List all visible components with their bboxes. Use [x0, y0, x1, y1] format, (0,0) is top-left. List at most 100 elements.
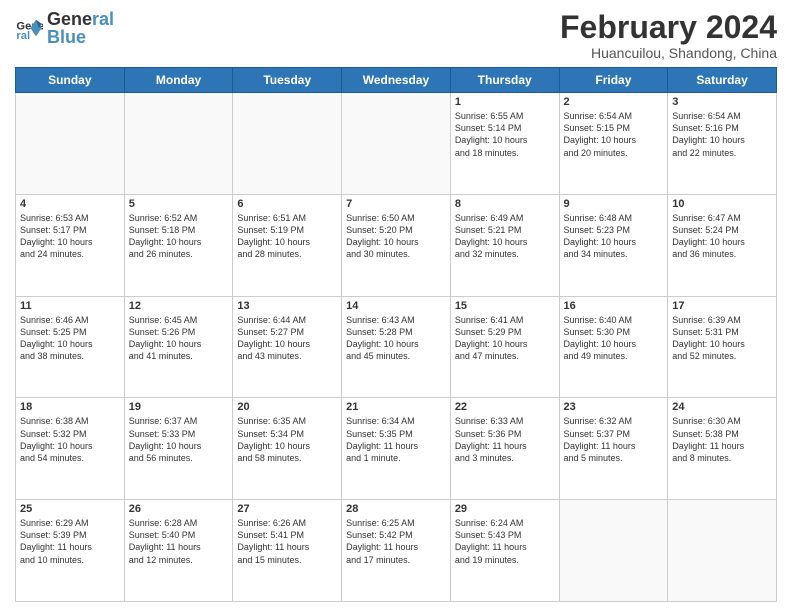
day-number: 2 [564, 96, 664, 108]
day-header-sunday: Sunday [16, 68, 125, 93]
day-header-friday: Friday [559, 68, 668, 93]
calendar-table: SundayMondayTuesdayWednesdayThursdayFrid… [15, 67, 777, 602]
calendar-body: 1Sunrise: 6:55 AMSunset: 5:14 PMDaylight… [16, 93, 777, 602]
calendar-cell: 12Sunrise: 6:45 AMSunset: 5:26 PMDayligh… [124, 296, 233, 398]
day-header-monday: Monday [124, 68, 233, 93]
calendar-cell: 21Sunrise: 6:34 AMSunset: 5:35 PMDayligh… [342, 398, 451, 500]
subtitle: Huancuilou, Shandong, China [560, 45, 777, 61]
calendar-cell [124, 93, 233, 195]
cell-info: Sunrise: 6:40 AMSunset: 5:30 PMDaylight:… [564, 314, 664, 363]
day-number: 24 [672, 401, 772, 413]
cell-info: Sunrise: 6:30 AMSunset: 5:38 PMDaylight:… [672, 415, 772, 464]
calendar-cell: 10 Sunrise: 6:47 AMSunset: 5:24 PMDayligh… [668, 194, 777, 296]
cell-info: Sunrise: 6:51 AMSunset: 5:19 PMDaylight:… [237, 212, 337, 261]
day-number: 22 [455, 401, 555, 413]
calendar-cell: 19 Sunrise: 6:37 AMSunset: 5:33 PMDayligh… [124, 398, 233, 500]
day-number: 20 [237, 401, 337, 413]
week-row-5: 25Sunrise: 6:29 AMSunset: 5:39 PMDayligh… [16, 500, 777, 602]
calendar-cell: 3 Sunrise: 6:54 AMSunset: 5:16 PMDaylight… [668, 93, 777, 195]
cell-info: Sunrise: 6:32 AMSunset: 5:37 PMDaylight:… [564, 415, 664, 464]
cell-info: Sunrise: 6:50 AMSunset: 5:20 PMDaylight:… [346, 212, 446, 261]
day-header-tuesday: Tuesday [233, 68, 342, 93]
cell-info: Sunrise: 6:45 AMSunset: 5:26 PMDaylight:… [129, 314, 229, 363]
calendar-cell [233, 93, 342, 195]
day-number: 28 [346, 503, 446, 515]
cell-info: Sunrise: 6:35 AMSunset: 5:34 PMDaylight:… [237, 415, 337, 464]
cell-info: Sunrise: 6:38 AMSunset: 5:32 PMDaylight:… [20, 415, 120, 464]
svg-text:ral: ral [16, 30, 30, 42]
day-number: 13 [237, 300, 337, 312]
calendar-cell: 5 Sunrise: 6:52 AMSunset: 5:18 PMDaylight… [124, 194, 233, 296]
calendar-cell: 24 Sunrise: 6:30 AMSunset: 5:38 PMDayligh… [668, 398, 777, 500]
day-number: 14 [346, 300, 446, 312]
cell-info: Sunrise: 6:37 AMSunset: 5:33 PMDaylight:… [129, 415, 229, 464]
calendar-cell: 6 Sunrise: 6:51 AMSunset: 5:19 PMDaylight… [233, 194, 342, 296]
day-headers-row: SundayMondayTuesdayWednesdayThursdayFrid… [16, 68, 777, 93]
day-number: 23 [564, 401, 664, 413]
week-row-1: 1Sunrise: 6:55 AMSunset: 5:14 PMDaylight… [16, 93, 777, 195]
week-row-3: 11 Sunrise: 6:46 AMSunset: 5:25 PMDayligh… [16, 296, 777, 398]
day-number: 4 [20, 198, 120, 210]
cell-info: Sunrise: 6:41 AMSunset: 5:29 PMDaylight:… [455, 314, 555, 363]
day-number: 11 [20, 300, 120, 312]
cell-info: Sunrise: 6:25 AMSunset: 5:42 PMDaylight:… [346, 517, 446, 566]
month-title: February 2024 [560, 10, 777, 45]
calendar-cell: 4 Sunrise: 6:53 AMSunset: 5:17 PMDaylight… [16, 194, 125, 296]
day-number: 26 [129, 503, 229, 515]
day-number: 27 [237, 503, 337, 515]
day-number: 8 [455, 198, 555, 210]
header: Gene ral GeneralBlue February 2024 Huanc… [15, 10, 777, 61]
day-number: 7 [346, 198, 446, 210]
calendar-cell: 25Sunrise: 6:29 AMSunset: 5:39 PMDayligh… [16, 500, 125, 602]
calendar-cell: 16 Sunrise: 6:40 AMSunset: 5:30 PMDayligh… [559, 296, 668, 398]
cell-info: Sunrise: 6:48 AMSunset: 5:23 PMDaylight:… [564, 212, 664, 261]
cell-info: Sunrise: 6:52 AMSunset: 5:18 PMDaylight:… [129, 212, 229, 261]
calendar-cell: 17 Sunrise: 6:39 AMSunset: 5:31 PMDayligh… [668, 296, 777, 398]
calendar-cell: 11 Sunrise: 6:46 AMSunset: 5:25 PMDayligh… [16, 296, 125, 398]
cell-info: Sunrise: 6:47 AMSunset: 5:24 PMDaylight:… [672, 212, 772, 261]
day-number: 21 [346, 401, 446, 413]
calendar-cell: 7 Sunrise: 6:50 AMSunset: 5:20 PMDaylight… [342, 194, 451, 296]
calendar-cell: 29 Sunrise: 6:24 AMSunset: 5:43 PMDayligh… [450, 500, 559, 602]
calendar-cell: 1Sunrise: 6:55 AMSunset: 5:14 PMDaylight… [450, 93, 559, 195]
cell-info: Sunrise: 6:43 AMSunset: 5:28 PMDaylight:… [346, 314, 446, 363]
cell-info: Sunrise: 6:44 AMSunset: 5:27 PMDaylight:… [237, 314, 337, 363]
page: Gene ral GeneralBlue February 2024 Huanc… [0, 0, 792, 612]
day-number: 19 [129, 401, 229, 413]
day-header-saturday: Saturday [668, 68, 777, 93]
day-number: 18 [20, 401, 120, 413]
day-number: 3 [672, 96, 772, 108]
week-row-4: 18 Sunrise: 6:38 AMSunset: 5:32 PMDayligh… [16, 398, 777, 500]
cell-info: Sunrise: 6:39 AMSunset: 5:31 PMDaylight:… [672, 314, 772, 363]
calendar-cell [342, 93, 451, 195]
day-number: 29 [455, 503, 555, 515]
calendar-cell: 22Sunrise: 6:33 AMSunset: 5:36 PMDayligh… [450, 398, 559, 500]
calendar-cell: 2Sunrise: 6:54 AMSunset: 5:15 PMDaylight… [559, 93, 668, 195]
cell-info: Sunrise: 6:24 AMSunset: 5:43 PMDaylight:… [455, 517, 555, 566]
day-number: 10 [672, 198, 772, 210]
day-number: 5 [129, 198, 229, 210]
title-area: February 2024 Huancuilou, Shandong, Chin… [560, 10, 777, 61]
calendar-cell: 18 Sunrise: 6:38 AMSunset: 5:32 PMDayligh… [16, 398, 125, 500]
logo: Gene ral GeneralBlue [15, 10, 114, 46]
cell-info: Sunrise: 6:46 AMSunset: 5:25 PMDaylight:… [20, 314, 120, 363]
day-header-wednesday: Wednesday [342, 68, 451, 93]
calendar-cell [16, 93, 125, 195]
cell-info: Sunrise: 6:54 AMSunset: 5:16 PMDaylight:… [672, 110, 772, 159]
cell-info: Sunrise: 6:26 AMSunset: 5:41 PMDaylight:… [237, 517, 337, 566]
calendar-cell: 28 Sunrise: 6:25 AMSunset: 5:42 PMDayligh… [342, 500, 451, 602]
calendar-cell: 9 Sunrise: 6:48 AMSunset: 5:23 PMDaylight… [559, 194, 668, 296]
day-number: 15 [455, 300, 555, 312]
cell-info: Sunrise: 6:53 AMSunset: 5:17 PMDaylight:… [20, 212, 120, 261]
day-number: 16 [564, 300, 664, 312]
day-number: 6 [237, 198, 337, 210]
day-number: 9 [564, 198, 664, 210]
cell-info: Sunrise: 6:28 AMSunset: 5:40 PMDaylight:… [129, 517, 229, 566]
calendar-cell: 26 Sunrise: 6:28 AMSunset: 5:40 PMDayligh… [124, 500, 233, 602]
calendar-cell: 14 Sunrise: 6:43 AMSunset: 5:28 PMDayligh… [342, 296, 451, 398]
calendar-cell: 15 Sunrise: 6:41 AMSunset: 5:29 PMDayligh… [450, 296, 559, 398]
cell-info: Sunrise: 6:55 AMSunset: 5:14 PMDaylight:… [455, 110, 555, 159]
calendar-cell: 8Sunrise: 6:49 AMSunset: 5:21 PMDaylight… [450, 194, 559, 296]
day-number: 17 [672, 300, 772, 312]
logo-icon: Gene ral [15, 14, 43, 42]
